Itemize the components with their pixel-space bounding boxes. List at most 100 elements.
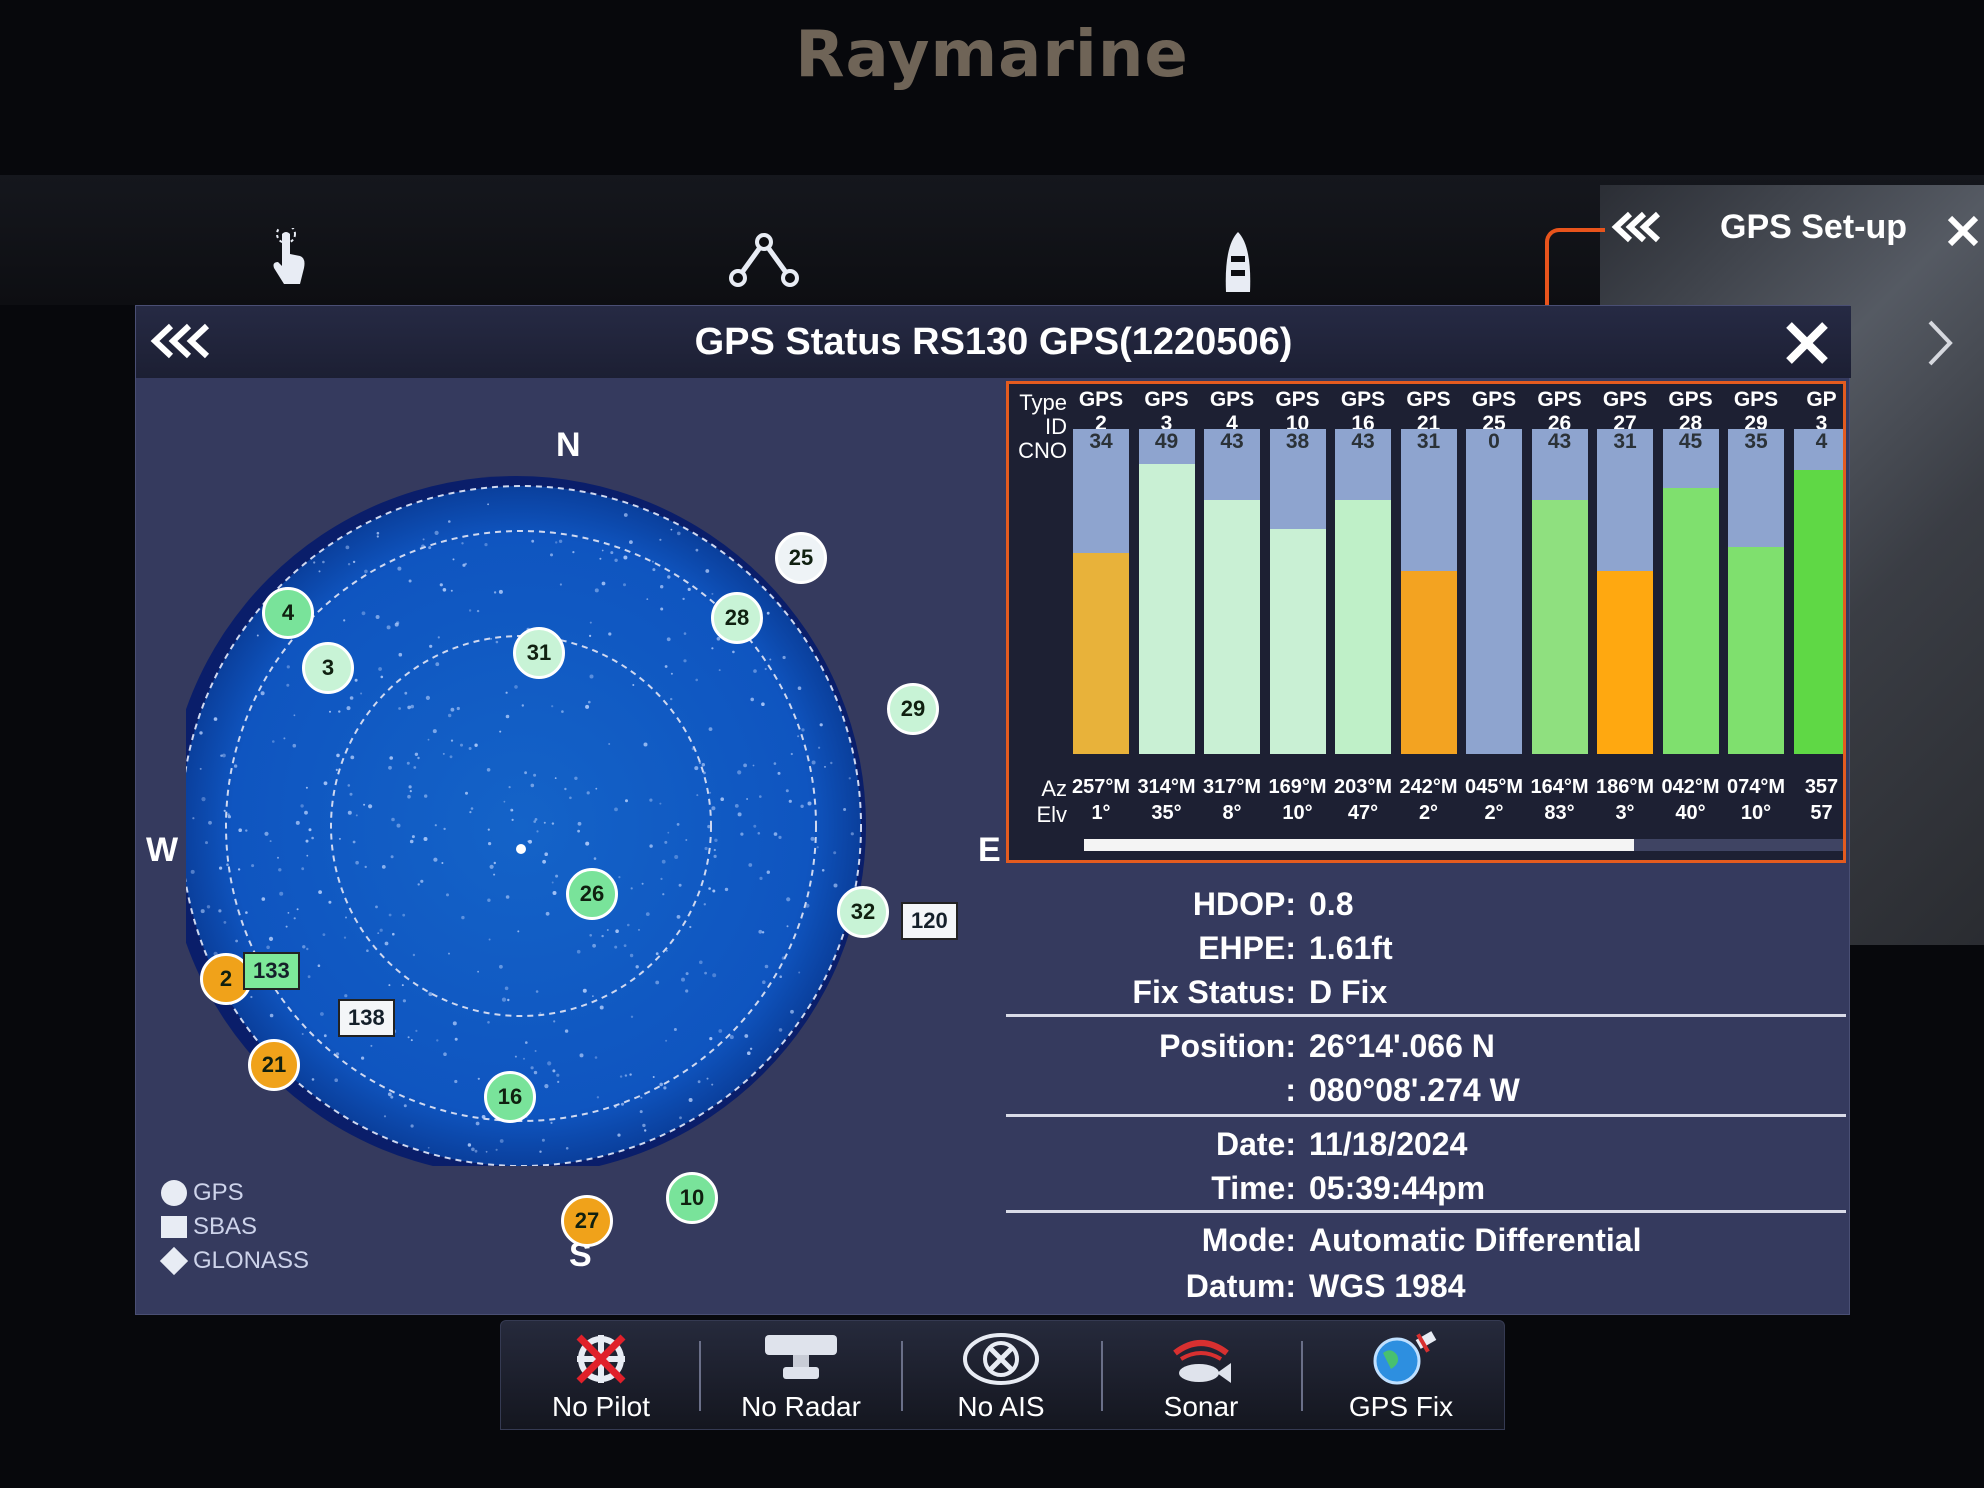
gps-fix-button[interactable]: GPS Fix [1301,1321,1501,1431]
cno-value: 0 [1488,430,1500,453]
no-ais-label: No AIS [957,1391,1045,1422]
signal-column: GPS 4 43 317°M 8° [1202,384,1262,844]
column-type: GPS [1340,388,1386,411]
satellite-marker[interactable]: 26 [566,868,618,920]
column-type: GP [1806,388,1837,411]
azimuth-value: 203°M [1333,776,1393,798]
elevation-value: 35° [1151,802,1182,824]
signal-column: GPS 16 43 203°M 47° [1333,384,1393,844]
cno-value: 34 [1089,430,1113,453]
time-label: Time: [1211,1170,1296,1206]
table-scrollbar[interactable] [1084,839,1843,851]
position-label: Position: [1159,1028,1296,1064]
table-scrollbar-thumb[interactable] [1084,839,1634,851]
azimuth-value: 074°M [1726,776,1786,798]
cno-value: 43 [1547,430,1572,453]
satellite-marker[interactable]: 32 [837,886,889,938]
latitude-value: 26°14'.066 N [1309,1028,1495,1064]
satellite-marker[interactable]: 27 [561,1195,613,1247]
cno-bar [1335,499,1391,754]
column-type: GPS [1209,388,1255,411]
legend-gps: GPS [161,1176,309,1210]
cno-bar-track: 35 [1728,429,1784,754]
no-pilot-icon [576,1334,626,1384]
azimuth-value: 186°M [1595,776,1655,798]
time-value: 05:39:44pm [1309,1170,1486,1206]
column-type: GPS [1733,388,1779,411]
sbas-marker[interactable]: 133 [243,952,300,990]
column-type: GPS [1275,388,1320,411]
hdop-value: 0.8 [1309,886,1354,922]
satellite-marker[interactable]: 10 [666,1172,718,1224]
signal-column: GPS 25 0 045°M 2° [1464,384,1524,844]
elevation-value: 2° [1418,802,1439,824]
date-value: 11/18/2024 [1309,1126,1468,1162]
sbas-marker[interactable]: 120 [901,902,958,940]
legend-glonass: GLONASS [159,1244,310,1278]
legend-label: GLONASS [193,1247,310,1274]
sbas-marker[interactable]: 138 [338,999,395,1037]
signal-column: GPS 10 38 169°M 10° [1268,384,1328,844]
elevation-value: 10° [1740,802,1772,824]
gps-fix-label: GPS Fix [1348,1391,1454,1422]
satellite-marker[interactable]: 21 [248,1039,300,1091]
sonar-button[interactable]: Sonar [1101,1321,1301,1431]
column-type: GPS [1406,388,1451,411]
radar-icon [765,1335,837,1379]
chevron-right-icon[interactable] [1924,318,1954,368]
satellite-marker[interactable]: 31 [513,627,565,679]
route-icon[interactable] [728,232,800,288]
zenith-dot [516,844,526,854]
cno-bar-track: 43 [1204,429,1260,754]
satellite-marker[interactable]: 29 [887,683,939,735]
azimuth-value: 314°M [1137,776,1196,798]
row-label-type: Type [1019,390,1067,415]
ais-icon [963,1333,1039,1385]
satellite-marker[interactable]: 3 [302,642,354,694]
cno-value: 31 [1613,430,1637,453]
hand-tap-icon[interactable] [268,228,312,288]
satellite-marker[interactable]: 16 [484,1071,536,1123]
back-chevrons-icon[interactable] [1606,210,1666,244]
azimuth-value: 242°M [1399,776,1458,798]
azimuth-value: 317°M [1202,776,1262,798]
row-label-az: Az [1041,776,1067,801]
elevation-value: 3° [1615,802,1635,824]
signal-column: GPS 27 31 186°M 3° [1595,384,1655,844]
bottom-status-bar: No Pilot No Radar No AIS Sonar GPS Fix [500,1320,1505,1430]
info-divider [1006,1014,1846,1017]
datum-value: WGS 1984 [1309,1268,1466,1304]
sbas-square-icon [161,1216,187,1238]
legend-sbas: SBAS [161,1210,309,1244]
no-pilot-button[interactable]: No Pilot [501,1321,701,1431]
cno-bar-track: 43 [1335,429,1391,754]
cno-bar [1204,499,1260,754]
signal-column: GPS 21 31 242°M 2° [1399,384,1459,844]
setup-close-icon[interactable] [1946,214,1980,248]
cno-bar-track: 43 [1531,429,1588,754]
no-radar-button[interactable]: No Radar [701,1321,901,1431]
column-type: GPS [1668,388,1713,411]
column-type: GPS [1537,388,1582,411]
no-ais-button[interactable]: No AIS [901,1321,1101,1431]
boat-icon[interactable] [1222,230,1254,294]
compass-west: W [146,831,179,869]
column-type: GPS [1144,388,1189,411]
cno-value: 31 [1416,430,1441,453]
satellite-marker[interactable]: 28 [711,592,763,644]
satellite-signal-table[interactable]: Type ID CNO Az Elv GPS 2 34 257°M 1° GPS 3 49 31… [1006,381,1846,863]
satellite-marker[interactable]: 25 [775,532,827,584]
cno-bar-track: 0 [1466,429,1522,754]
gps-setup-title: GPS Set-up [1720,208,1908,246]
satellite-marker[interactable]: 4 [262,587,314,639]
close-icon[interactable] [1784,320,1830,366]
info-divider [1006,1210,1846,1213]
row-label-id: ID [1045,414,1067,439]
azimuth-value: 357 [1804,776,1839,798]
cno-bar [1662,488,1719,754]
cno-bar-track: 38 [1269,429,1326,754]
gps-circle-icon [161,1180,187,1206]
row-label-elv: Elv [1036,802,1067,827]
info-divider [1006,1114,1846,1117]
cno-value: 43 [1220,430,1244,453]
